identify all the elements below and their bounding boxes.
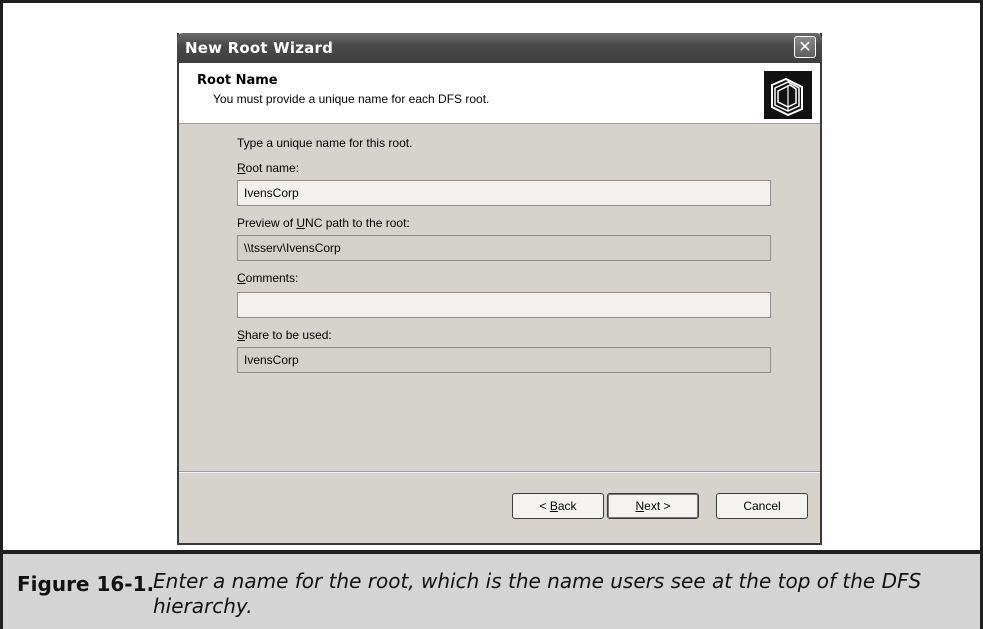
caption-label: Figure 16-1.	[17, 572, 155, 596]
instruction-text: Type a unique name for this root.	[237, 136, 413, 150]
next-button[interactable]: Next >	[607, 493, 699, 519]
title-bar[interactable]: New Root Wizard ✕	[177, 33, 822, 63]
wizard-header: Root Name You must provide a unique name…	[179, 63, 820, 124]
root-name-input[interactable]: IvensCorp	[237, 180, 771, 206]
close-icon: ✕	[798, 37, 812, 56]
window-title: New Root Wizard	[185, 39, 334, 57]
folders-icon	[764, 71, 812, 119]
unc-path-field: \\tsserv\IvensCorp	[237, 235, 771, 261]
back-button[interactable]: < Back	[512, 493, 604, 519]
button-separator	[179, 471, 820, 473]
close-button[interactable]: ✕	[794, 36, 816, 58]
share-field: IvensCorp	[237, 347, 771, 373]
caption-text: Enter a name for the root, which is the …	[153, 569, 922, 618]
unc-path-label: Preview of UNC path to the root:	[237, 216, 410, 230]
cancel-button[interactable]: Cancel	[716, 493, 808, 519]
comments-input[interactable]	[237, 292, 771, 318]
comments-label: Comments:	[237, 271, 299, 285]
share-label: Share to be used:	[237, 328, 332, 342]
new-root-wizard-dialog: New Root Wizard ✕ Root Name You must pro…	[177, 33, 822, 545]
root-name-label: Root name:	[237, 161, 300, 175]
header-title: Root Name	[197, 73, 278, 88]
figure-caption: Figure 16-1. Enter a name for the root, …	[0, 554, 983, 629]
header-subtitle: You must provide a unique name for each …	[213, 92, 490, 106]
figure-frame: New Root Wizard ✕ Root Name You must pro…	[0, 0, 983, 550]
